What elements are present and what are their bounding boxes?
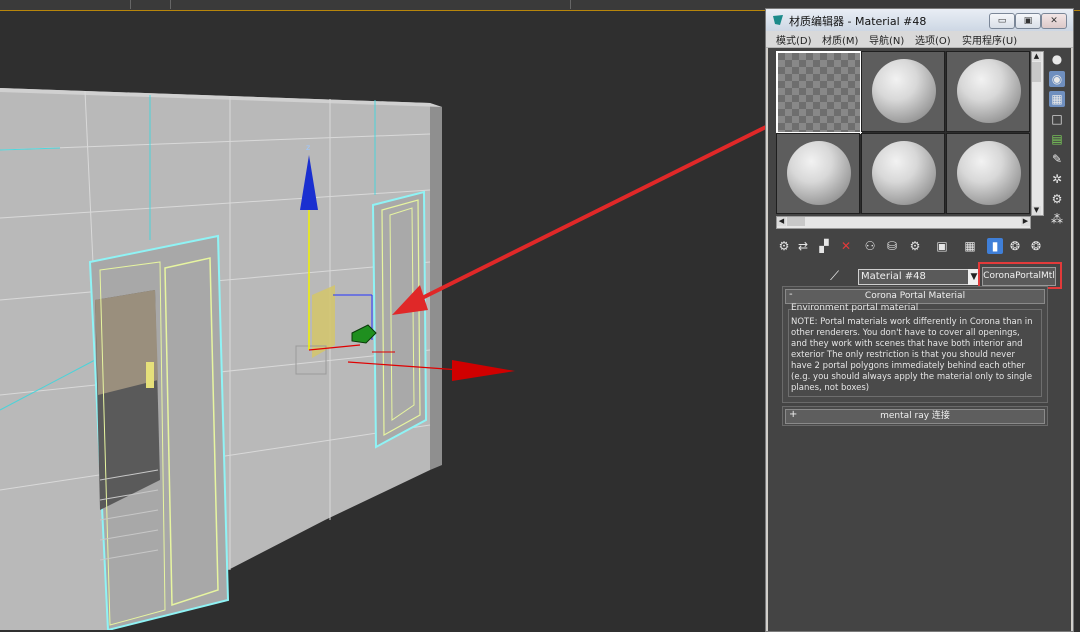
mental-ray-rollout: + mental ray 连接 [782,406,1048,426]
sample-sphere [872,59,936,123]
show-map-icon[interactable]: ▣ [934,238,950,254]
put-to-library-icon[interactable]: ⛁ [884,238,900,254]
sample-sphere [787,141,851,205]
material-id-icon[interactable]: ⚙ [907,238,923,254]
menu-utilities[interactable]: 实用程序(U) [962,32,1017,47]
sample-type-icon[interactable]: ◉ [1049,71,1065,87]
delete-icon[interactable]: ✕ [838,238,854,254]
sample-slot[interactable] [861,133,945,214]
put-to-scene-icon[interactable]: ⇄ [795,238,811,254]
material-editor-window[interactable]: 材质编辑器 - Material #48 ▭ ▣ ✕ 模式(D) 材质(M) 导… [765,8,1074,632]
checker-background [778,53,860,132]
3dsmax-app-icon [773,15,783,25]
wall-side-face [430,103,442,470]
assign-to-selection-icon[interactable]: ▞ [816,238,832,254]
right-window [371,190,428,449]
eyedropper-icon[interactable]: ⟋ [830,269,839,284]
sample-slot-selected[interactable] [776,51,862,134]
slots-horizontal-scrollbar[interactable]: ◀ ▶ [776,216,1031,229]
scroll-thumb[interactable] [787,217,805,226]
title-bar[interactable]: 材质编辑器 - Material #48 ▭ ▣ ✕ [766,9,1073,32]
minimize-button[interactable]: ▭ [989,13,1015,29]
material-type-button[interactable]: CoronaPortalMtl [982,267,1056,286]
rollout-title: Corona Portal Material [864,291,966,301]
sample-slot[interactable] [946,51,1030,132]
close-button[interactable]: ✕ [1041,13,1067,29]
rollout-header[interactable]: - Corona Portal Material [785,289,1045,304]
material-name-field[interactable]: Material #48 [858,269,970,285]
sample-sphere [957,141,1021,205]
sample-sphere [957,59,1021,123]
portal-note: NOTE: Portal materials work differently … [791,317,1033,393]
window-title: 材质编辑器 - Material #48 [789,15,927,28]
interior-object [146,362,154,388]
go-forward-icon[interactable]: ❂ [1007,238,1023,254]
backlight-icon[interactable]: □ [1049,111,1065,127]
pick-icon[interactable]: ❂ [1028,238,1044,254]
slots-vertical-scrollbar[interactable]: ▲ ▼ [1031,51,1044,216]
color-check-icon[interactable]: ▤ [1049,131,1065,147]
make-preview-icon[interactable]: ✎ [1049,151,1065,167]
left-window [88,234,230,630]
restore-button[interactable]: ▣ [1015,13,1041,29]
gizmo-z-label: z [306,143,310,152]
sample-slot[interactable] [946,133,1030,214]
menu-material[interactable]: 材质(M) [822,32,858,47]
scroll-thumb[interactable] [1032,62,1041,82]
background-checker-icon[interactable]: ▦ [1049,91,1065,107]
rollout-title: mental ray 连接 [880,411,950,421]
menu-bar: 模式(D) 材质(M) 导航(N) 选项(O) 实用程序(U) [766,31,1073,48]
sample-slot[interactable] [776,133,860,214]
material-toolbar: ⚙ ⇄ ▞ ✕ ⚇ ⛁ ⚙ ▣ ▦ ▮ ❂ ❂ [776,237,1061,257]
go-to-parent-icon[interactable]: ▮ [987,238,1003,254]
make-unique-icon[interactable]: ⚇ [862,238,878,254]
options-icon[interactable]: ✲ [1049,171,1065,187]
annotation-arrow [392,113,791,315]
corona-portal-rollout: - Corona Portal Material Environment por… [782,286,1048,403]
menu-modes[interactable]: 模式(D) [776,32,812,47]
scroll-left-icon[interactable]: ◀ [777,217,786,226]
group-label: Environment portal material [791,303,919,313]
sample-sphere-icon[interactable]: ● [1049,51,1065,67]
sample-slots [776,51,1030,214]
scroll-down-icon[interactable]: ▼ [1032,206,1041,215]
menu-options[interactable]: 选项(O) [915,32,951,47]
select-by-material-icon[interactable]: ⚙ [1049,191,1065,207]
sample-slot[interactable] [861,51,945,132]
show-end-result-icon[interactable]: ▦ [962,238,978,254]
get-material-icon[interactable]: ⚙ [776,238,792,254]
menu-navigation[interactable]: 导航(N) [869,32,904,47]
editor-panel: ▲ ▼ ◀ ▶ ● ◉ ▦ □ ▤ ✎ ✲ ⚙ ⁂ ⚙ ⇄ ▞ ✕ ⚇ ⛁ ⚙ [768,48,1071,631]
scroll-up-icon[interactable]: ▲ [1032,52,1041,61]
rollout-header[interactable]: + mental ray 连接 [785,409,1045,424]
scroll-right-icon[interactable]: ▶ [1021,217,1030,226]
material-map-navigator-icon[interactable]: ⁂ [1049,211,1065,227]
sample-sphere [872,141,936,205]
